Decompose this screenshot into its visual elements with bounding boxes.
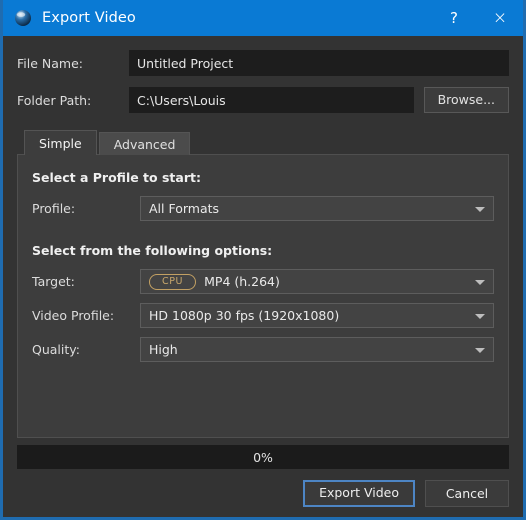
options-section-heading: Select from the following options: [32,243,273,258]
profile-select-value: All Formats [149,201,220,216]
profile-section-heading: Select a Profile to start: [32,170,201,185]
export-video-dialog: Export Video ? × File Name: Untitled Pro… [0,0,526,520]
profile-select[interactable]: All Formats [140,196,494,221]
quality-select[interactable]: High [140,337,494,362]
openshot-sphere-icon [14,9,32,27]
title-bar: Export Video ? × [3,0,523,36]
cpu-badge: CPU [149,273,197,290]
video-profile-select[interactable]: HD 1080p 30 fps (1920x1080) [140,303,494,328]
video-profile-select-value: HD 1080p 30 fps (1920x1080) [149,308,340,323]
tab-simple[interactable]: Simple [24,130,97,155]
folder-path-row: Folder Path: C:\Users\Louis Browse... [17,87,509,113]
quality-select-value: High [149,342,178,357]
target-select-value: MP4 (h.264) [204,274,280,289]
chevron-down-icon [475,279,485,285]
quality-label: Quality: [32,342,80,357]
video-profile-row: Video Profile: HD 1080p 30 fps (1920x108… [32,303,494,328]
export-video-button[interactable]: Export Video [303,480,415,507]
help-icon[interactable]: ? [431,0,477,36]
dialog-footer: 0% Export Video Cancel [3,438,523,517]
window-title: Export Video [42,10,136,26]
dialog-body: File Name: Untitled Project Folder Path:… [3,36,523,438]
tab-advanced[interactable]: Advanced [98,132,191,155]
export-progress-label: 0% [253,449,273,465]
folder-path-input[interactable]: C:\Users\Louis [129,87,414,113]
browse-button[interactable]: Browse... [423,87,509,113]
file-name-input[interactable]: Untitled Project [129,50,509,76]
chevron-down-icon [475,347,485,353]
target-label: Target: [32,274,75,289]
close-icon[interactable]: × [477,0,523,36]
export-progress-bar: 0% [17,445,509,469]
file-name-label: File Name: [17,55,83,71]
profile-row: Profile: All Formats [32,196,494,221]
profile-label: Profile: [32,201,76,216]
simple-tab-panel: Select a Profile to start: Profile: All … [17,154,509,438]
chevron-down-icon [475,206,485,212]
chevron-down-icon [475,313,485,319]
quality-row: Quality: High [32,337,494,362]
cancel-button[interactable]: Cancel [425,480,509,507]
folder-path-label: Folder Path: [17,92,92,108]
target-select[interactable]: CPU MP4 (h.264) [140,269,494,294]
tab-bar: Simple Advanced [17,129,509,155]
video-profile-label: Video Profile: [32,308,115,323]
file-name-row: File Name: Untitled Project [17,50,509,76]
target-row: Target: CPU MP4 (h.264) [32,269,494,294]
action-button-row: Export Video Cancel [17,480,509,507]
